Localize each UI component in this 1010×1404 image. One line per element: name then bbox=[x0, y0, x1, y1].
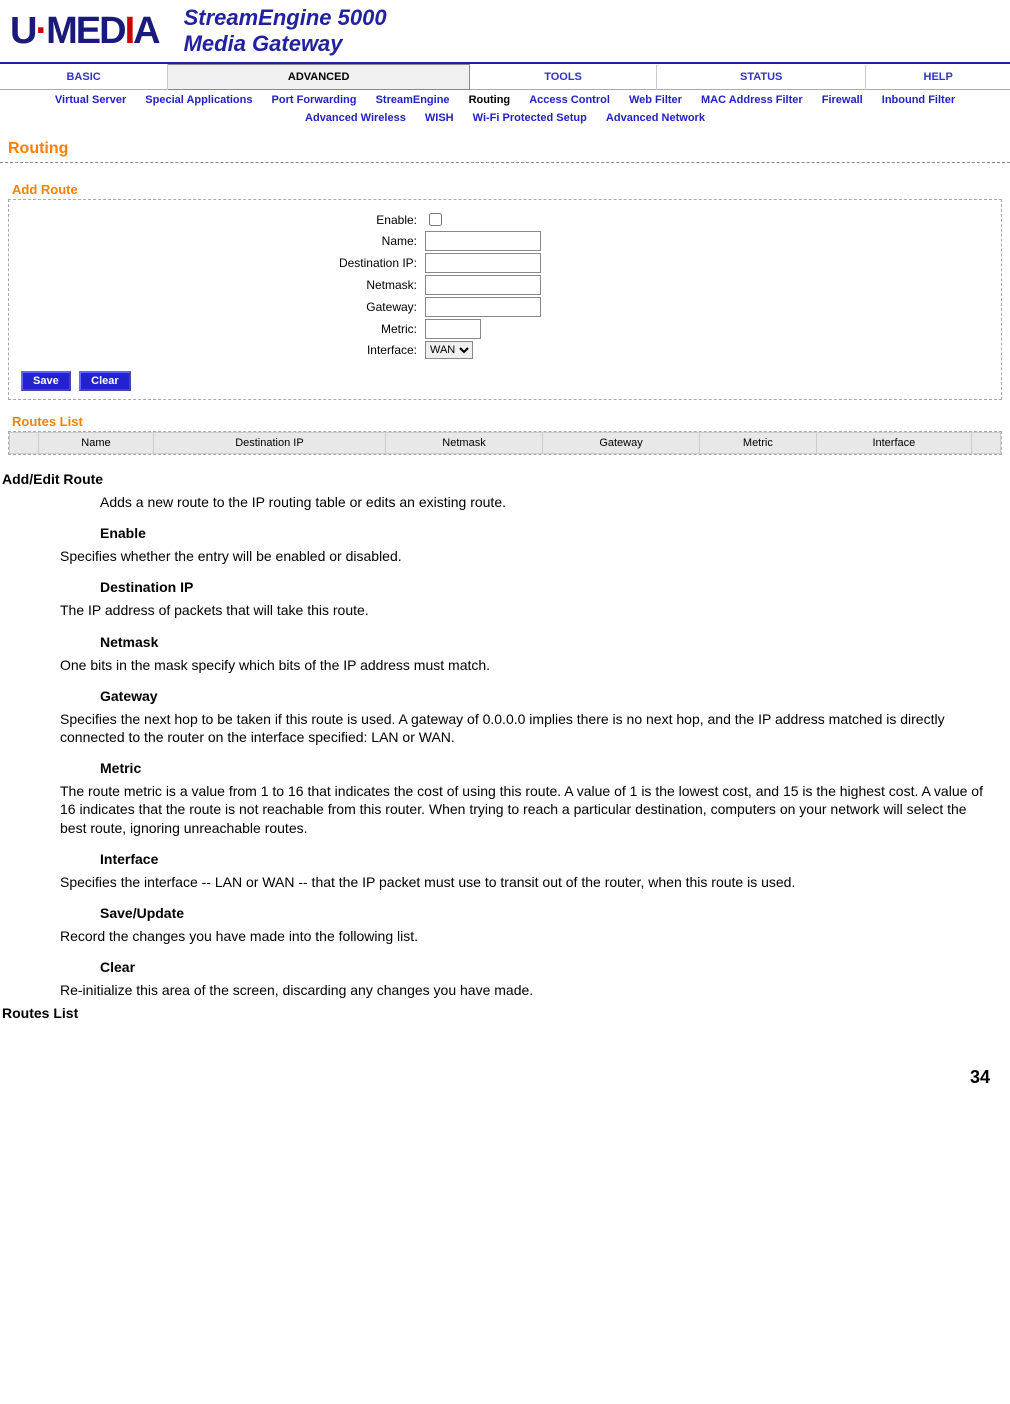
main-nav: BASIC ADVANCED TOOLS STATUS HELP bbox=[0, 64, 1010, 90]
col-dest: Destination IP bbox=[153, 433, 385, 454]
subnav-access-control[interactable]: Access Control bbox=[529, 94, 610, 106]
tab-tools[interactable]: TOOLS bbox=[470, 65, 657, 90]
label-dest-ip: Destination IP: bbox=[17, 256, 425, 270]
gateway-input[interactable] bbox=[425, 297, 541, 317]
doc-p-save: Record the changes you have made into th… bbox=[60, 927, 1010, 945]
subnav-inbound-filter[interactable]: Inbound Filter bbox=[882, 94, 955, 106]
logo: U·MEDIA bbox=[10, 10, 159, 53]
doc-h-gateway: Gateway bbox=[100, 688, 1010, 704]
doc-h-metric: Metric bbox=[100, 760, 1010, 776]
label-netmask: Netmask: bbox=[17, 278, 425, 292]
doc-p-enable: Specifies whether the entry will be enab… bbox=[60, 547, 1010, 565]
sub-nav-row1: Virtual Server Special Applications Port… bbox=[0, 90, 1010, 110]
section-title: Routing bbox=[0, 132, 1010, 163]
interface-select[interactable]: WAN bbox=[425, 341, 473, 359]
label-metric: Metric: bbox=[17, 322, 425, 336]
col-interface: Interface bbox=[816, 433, 971, 454]
doc-p1: Adds a new route to the IP routing table… bbox=[100, 493, 1010, 511]
subnav-wifi-protected[interactable]: Wi-Fi Protected Setup bbox=[473, 112, 587, 124]
subnav-routing[interactable]: Routing bbox=[469, 94, 511, 106]
subnav-wish[interactable]: WISH bbox=[425, 112, 454, 124]
clear-button[interactable]: Clear bbox=[79, 371, 131, 391]
subnav-firewall[interactable]: Firewall bbox=[822, 94, 863, 106]
doc-p-netmask: One bits in the mask specify which bits … bbox=[60, 656, 1010, 674]
label-name: Name: bbox=[17, 234, 425, 248]
enable-checkbox[interactable] bbox=[429, 213, 442, 226]
col-gateway: Gateway bbox=[543, 433, 700, 454]
tab-status[interactable]: STATUS bbox=[656, 65, 865, 90]
subnav-special-applications[interactable]: Special Applications bbox=[145, 94, 252, 106]
col-blank-right bbox=[972, 433, 1001, 454]
add-route-panel: Enable: Name: Destination IP: Netmask: G… bbox=[8, 199, 1002, 400]
doc-section: Add/Edit Route Adds a new route to the I… bbox=[0, 455, 1010, 1037]
name-input[interactable] bbox=[425, 231, 541, 251]
subnav-streamengine[interactable]: StreamEngine bbox=[376, 94, 450, 106]
doc-h-dest: Destination IP bbox=[100, 579, 1010, 595]
tab-basic[interactable]: BASIC bbox=[0, 65, 168, 90]
routes-list-table: Name Destination IP Netmask Gateway Metr… bbox=[8, 431, 1002, 455]
col-netmask: Netmask bbox=[386, 433, 543, 454]
doc-h-routeslist: Routes List bbox=[0, 1005, 1010, 1021]
subnav-advanced-wireless[interactable]: Advanced Wireless bbox=[305, 112, 406, 124]
doc-h-netmask: Netmask bbox=[100, 634, 1010, 650]
doc-p-clear: Re-initialize this area of the screen, d… bbox=[60, 981, 1010, 999]
label-interface: Interface: bbox=[17, 343, 425, 357]
col-name: Name bbox=[39, 433, 154, 454]
tab-help[interactable]: HELP bbox=[866, 65, 1010, 90]
page-header: U·MEDIA StreamEngine 5000 Media Gateway bbox=[0, 0, 1010, 64]
col-metric: Metric bbox=[700, 433, 817, 454]
tab-advanced[interactable]: ADVANCED bbox=[168, 65, 470, 90]
sub-nav-row2: Advanced Wireless WISH Wi-Fi Protected S… bbox=[0, 110, 1010, 132]
doc-p-dest: The IP address of packets that will take… bbox=[60, 601, 1010, 619]
doc-h-interface: Interface bbox=[100, 851, 1010, 867]
doc-h-enable: Enable bbox=[100, 525, 1010, 541]
label-enable: Enable: bbox=[17, 213, 425, 227]
doc-p-interface: Specifies the interface -- LAN or WAN --… bbox=[60, 873, 1010, 891]
routes-list-title: Routes List bbox=[0, 410, 1010, 431]
subnav-advanced-network[interactable]: Advanced Network bbox=[606, 112, 705, 124]
doc-h-addedit: Add/Edit Route bbox=[0, 471, 1010, 487]
subnav-port-forwarding[interactable]: Port Forwarding bbox=[272, 94, 357, 106]
doc-p-metric: The route metric is a value from 1 to 16… bbox=[60, 782, 1010, 837]
col-blank-left bbox=[10, 433, 39, 454]
metric-input[interactable] bbox=[425, 319, 481, 339]
subnav-web-filter[interactable]: Web Filter bbox=[629, 94, 682, 106]
subnav-mac-filter[interactable]: MAC Address Filter bbox=[701, 94, 803, 106]
destip-input[interactable] bbox=[425, 253, 541, 273]
page-number: 34 bbox=[0, 1037, 1010, 1098]
doc-h-clear: Clear bbox=[100, 959, 1010, 975]
label-gateway: Gateway: bbox=[17, 300, 425, 314]
netmask-input[interactable] bbox=[425, 275, 541, 295]
doc-h-save: Save/Update bbox=[100, 905, 1010, 921]
doc-p-gateway: Specifies the next hop to be taken if th… bbox=[60, 710, 1010, 746]
product-title: StreamEngine 5000 Media Gateway bbox=[184, 5, 387, 57]
subnav-virtual-server[interactable]: Virtual Server bbox=[55, 94, 126, 106]
add-route-title: Add Route bbox=[0, 178, 1010, 199]
save-button[interactable]: Save bbox=[21, 371, 71, 391]
